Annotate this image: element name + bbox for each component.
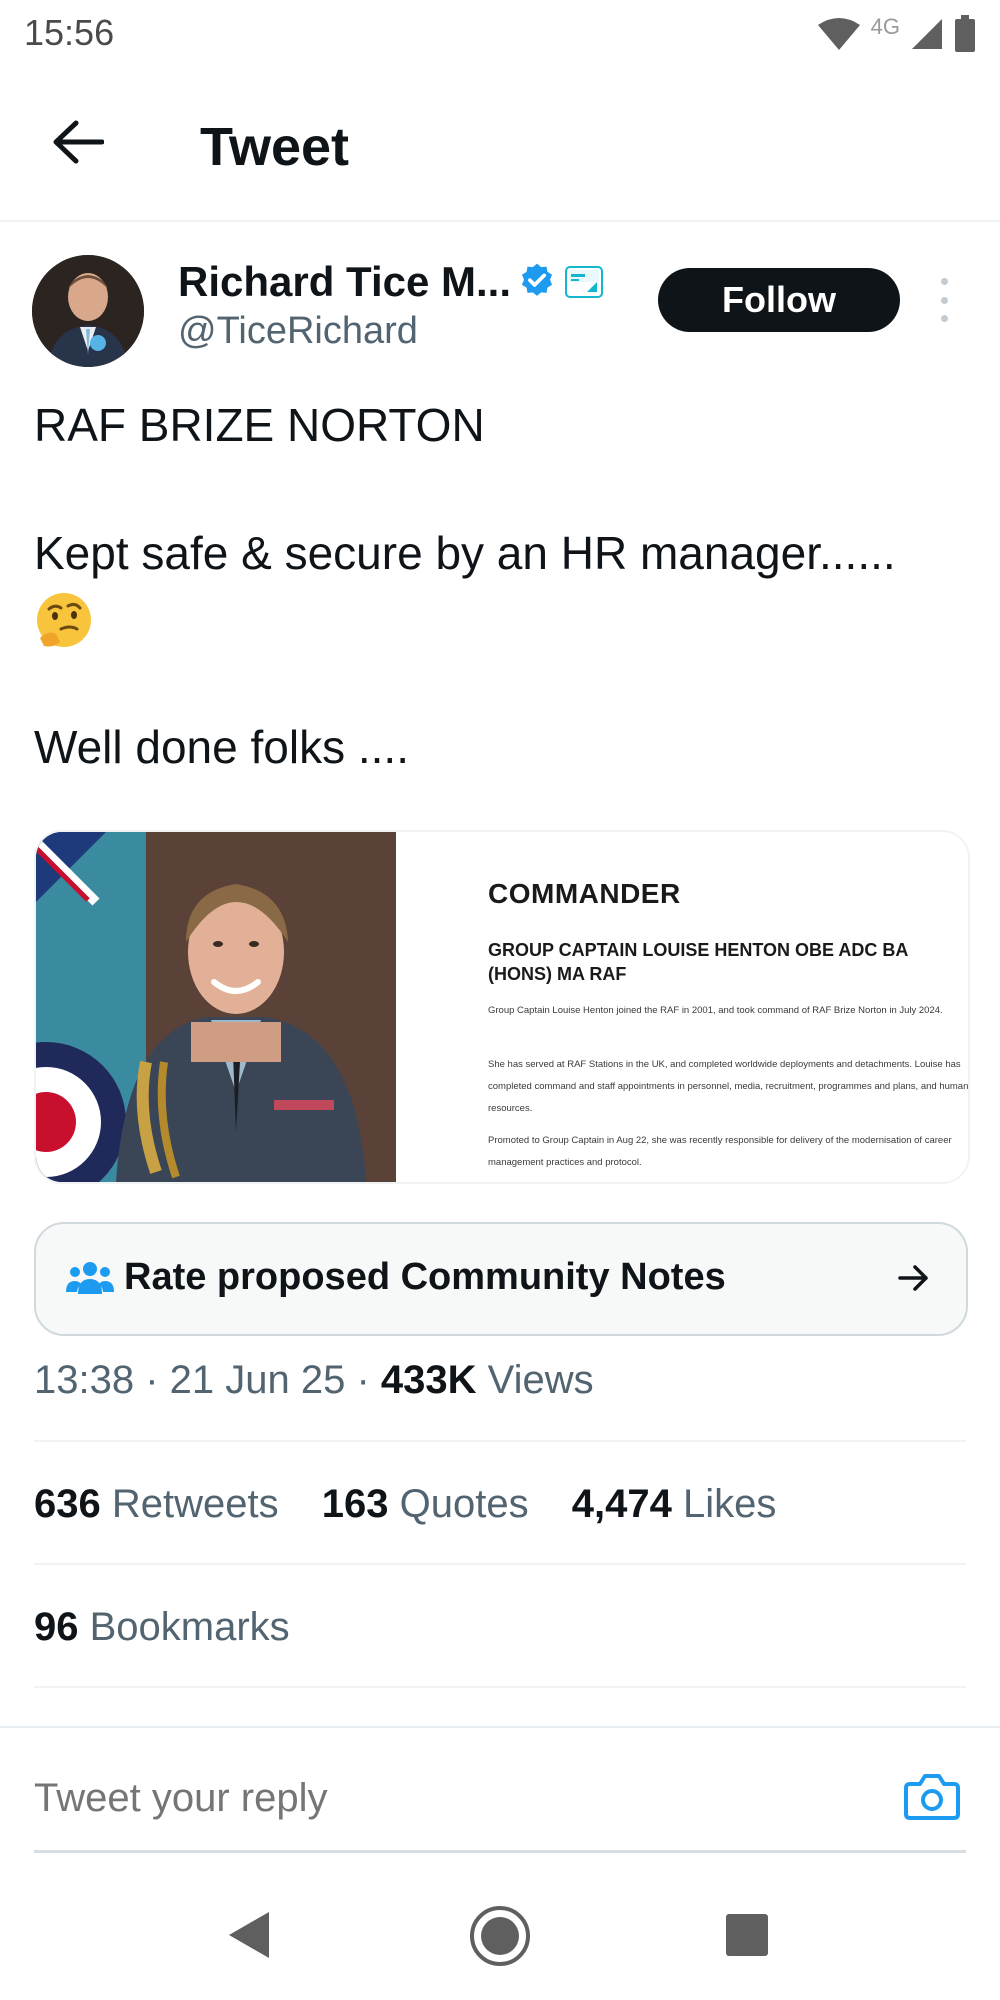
verified-badge-icon (521, 263, 553, 296)
tweet-text-line-1: RAF BRIZE NORTON (34, 399, 485, 451)
doc-heading: COMMANDER (488, 878, 681, 909)
vertical-ellipsis-icon (940, 278, 948, 285)
tweet-date: 21 Jun 25 (169, 1358, 346, 1402)
engagement-stats: 636 Retweets 163 Quotes 4,474 Likes (34, 1482, 808, 1527)
author-handle[interactable]: @TiceRichard (178, 310, 418, 353)
people-icon (66, 1262, 114, 1294)
likes-count: 4,474 (571, 1482, 672, 1526)
page-title: Tweet (200, 117, 350, 177)
network-label: 4G (870, 14, 900, 39)
views-count: 433K (380, 1358, 477, 1402)
arrow-right-icon (898, 1265, 928, 1291)
author-name[interactable]: Richard Tice M... (178, 258, 511, 306)
bookmarks-label: Bookmarks (89, 1605, 290, 1649)
quotes-count: 163 (321, 1482, 389, 1526)
tweet-text-line-3: Well done folks .... (34, 721, 409, 773)
battery-icon (955, 15, 975, 52)
wifi-icon (817, 18, 860, 50)
follow-button[interactable]: Follow (658, 268, 900, 332)
bookmarks-stat[interactable]: 96 Bookmarks (34, 1605, 290, 1650)
ellipsis-dot (940, 315, 948, 322)
doc-paragraph-3: Promoted to Group Captain in Aug 22, she… (488, 1135, 952, 1168)
reply-divider-top (0, 1726, 1000, 1728)
quotes-label: Quotes (399, 1482, 529, 1526)
doc-paragraph-2: She has served at RAF Stations in the UK… (488, 1059, 969, 1114)
avatar[interactable] (32, 255, 144, 367)
reply-divider (34, 1850, 966, 1853)
community-notes-button[interactable]: Rate proposed Community Notes (34, 1222, 968, 1336)
divider (34, 1440, 966, 1442)
bookmarks-count: 96 (34, 1605, 79, 1649)
tweet-text-line-2: Kept safe & secure by an HR manager.....… (34, 527, 896, 579)
nav-recents-icon[interactable] (724, 1912, 770, 1958)
thinking-face-emoji (37, 593, 91, 647)
quotes-stat[interactable]: 163 Quotes (322, 1482, 529, 1526)
ellipsis-dot (940, 296, 948, 304)
retweets-label: Retweets (111, 1482, 279, 1526)
likes-label: Likes (682, 1482, 777, 1526)
header-divider (0, 220, 1000, 222)
status-icons: 4G (817, 10, 976, 58)
divider (34, 1563, 966, 1565)
views-label: Views (487, 1358, 594, 1402)
tweet-timestamp-views: 13:38 · 21 Jun 25 · 433K Views (34, 1358, 594, 1402)
avatar-image (32, 255, 144, 367)
reply-input[interactable] (34, 1776, 854, 1821)
divider (34, 1686, 966, 1688)
arrow-left-icon (53, 120, 104, 164)
doc-paragraph-1: Group Captain Louise Henton joined the R… (488, 1005, 943, 1016)
tweet-media[interactable]: COMMANDER GROUP CAPTAIN LOUISE HENTON OB… (34, 830, 970, 1184)
doc-subheading: GROUP CAPTAIN LOUISE HENTON OBE ADC BA (… (488, 940, 908, 984)
tweet-time: 13:38 (34, 1358, 135, 1402)
status-time: 15:56 (24, 12, 115, 53)
signal-icon (912, 19, 942, 49)
nav-home-icon[interactable] (468, 1904, 532, 1968)
back-button[interactable] (48, 112, 108, 172)
camera-icon[interactable] (904, 1770, 960, 1822)
nav-back-icon[interactable] (225, 1910, 273, 1960)
retweets-stat[interactable]: 636 Retweets (34, 1482, 279, 1526)
commander-bio-document: COMMANDER GROUP CAPTAIN LOUISE HENTON OB… (396, 832, 968, 1182)
likes-stat[interactable]: 4,474 Likes (572, 1482, 777, 1526)
commander-photo (36, 832, 396, 1182)
retweets-count: 636 (34, 1482, 101, 1526)
more-options-button[interactable] (928, 278, 960, 322)
affiliation-badge-icon (565, 266, 603, 298)
community-notes-label: Rate proposed Community Notes (124, 1256, 726, 1298)
